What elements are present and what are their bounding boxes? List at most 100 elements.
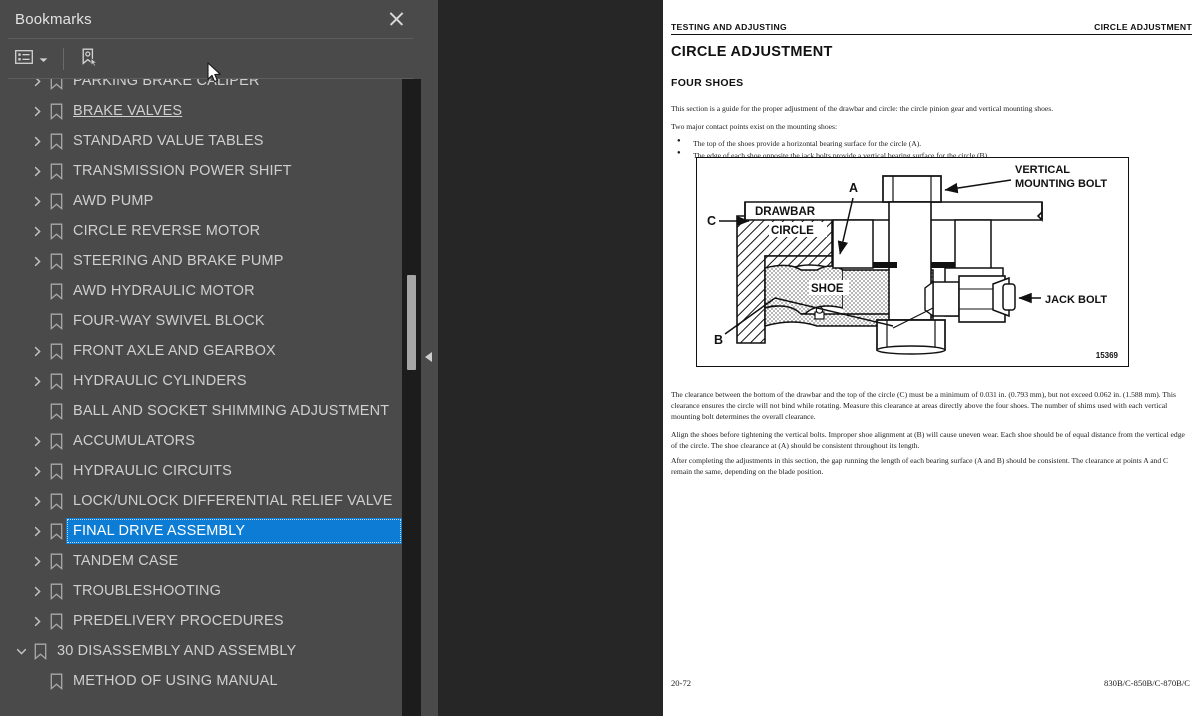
chevron-right-icon[interactable]: [28, 106, 46, 117]
bookmark-item[interactable]: HYDRAULIC CIRCUITS: [0, 456, 421, 486]
list-options-button[interactable]: [12, 46, 51, 72]
bookmark-item[interactable]: LOCK/UNLOCK DIFFERENTIAL RELIEF VALVE: [0, 486, 421, 516]
bookmark-icon: [46, 103, 66, 120]
bookmark-item[interactable]: BALL AND SOCKET SHIMMING ADJUSTMENT: [0, 396, 421, 426]
chevron-right-icon[interactable]: [28, 79, 46, 87]
bookmark-item[interactable]: BRAKE VALVES: [0, 96, 421, 126]
bookmark-item[interactable]: TROUBLESHOOTING: [0, 576, 421, 606]
bookmark-icon: [46, 613, 66, 630]
bookmark-icon: [46, 673, 66, 690]
bookmark-item[interactable]: 30 DISASSEMBLY AND ASSEMBLY: [0, 636, 421, 666]
bookmark-label: AWD HYDRAULIC MOTOR: [73, 283, 255, 299]
bookmark-item[interactable]: FRONT AXLE AND GEARBOX: [0, 336, 421, 366]
chevron-right-icon[interactable]: [28, 256, 46, 267]
bookmarks-panel: Bookmarks PARKING BRAKE CALIPER BRAKE VA…: [0, 0, 421, 716]
page-footer: 20-72 830B/C-850B/C-870B/C: [671, 678, 1190, 688]
bookmark-label: HYDRAULIC CIRCUITS: [73, 463, 232, 479]
list-options-icon: [15, 49, 34, 70]
bookmark-icon: [46, 553, 66, 570]
bookmark-item[interactable]: CIRCLE REVERSE MOTOR: [0, 216, 421, 246]
bookmark-item[interactable]: ACCUMULATORS: [0, 426, 421, 456]
paragraph-4: Align the shoes before tightening the ve…: [671, 430, 1185, 450]
bookmark-item[interactable]: TRANSMISSION POWER SHIFT: [0, 156, 421, 186]
page-number: 20-72: [671, 678, 692, 688]
chevron-right-icon[interactable]: [28, 226, 46, 237]
bookmark-item[interactable]: HYDRAULIC CYLINDERS: [0, 366, 421, 396]
chevron-right-icon[interactable]: [28, 496, 46, 507]
section-subheading: FOUR SHOES: [671, 77, 744, 89]
chevron-right-icon[interactable]: [28, 556, 46, 567]
chevron-right-icon[interactable]: [28, 466, 46, 477]
chevron-down-icon[interactable]: [12, 646, 30, 657]
figure-number: 15369: [1095, 351, 1118, 360]
bookmark-item[interactable]: PREDELIVERY PROCEDURES: [0, 606, 421, 636]
bookmark-icon: [46, 253, 66, 270]
bookmark-icon: [46, 343, 66, 360]
bookmark-label: BALL AND SOCKET SHIMMING ADJUSTMENT: [73, 403, 390, 419]
chevron-right-icon[interactable]: [28, 136, 46, 147]
bookmarks-panel-header: Bookmarks: [0, 0, 421, 38]
chevron-right-icon[interactable]: [28, 166, 46, 177]
bookmark-icon: [30, 643, 50, 660]
figure-label-shoe: SHOE: [811, 283, 844, 295]
figure-label-vertical-mounting-bolt-line2: MOUNTING BOLT: [1015, 178, 1107, 190]
bookmark-icon: [46, 223, 66, 240]
pdf-page: TESTING AND ADJUSTING CIRCLE ADJUSTMENT …: [663, 0, 1200, 716]
model-designation: 830B/C-850B/C-870B/C: [1104, 678, 1190, 688]
bookmark-label: TANDEM CASE: [73, 553, 179, 569]
bookmark-label: METHOD OF USING MANUAL: [73, 673, 278, 689]
new-bookmark-icon: [79, 47, 99, 72]
chevron-right-icon[interactable]: [28, 346, 46, 357]
bookmark-item[interactable]: METHOD OF USING MANUAL: [0, 666, 421, 696]
bookmark-label: FINAL DRIVE ASSEMBLY: [73, 523, 246, 539]
bookmark-icon: [46, 433, 66, 450]
bookmark-item[interactable]: AWD PUMP: [0, 186, 421, 216]
bookmark-label: HYDRAULIC CYLINDERS: [73, 373, 247, 389]
bookmarks-tree[interactable]: PARKING BRAKE CALIPER BRAKE VALVES STANDAR…: [0, 79, 421, 716]
bookmark-item[interactable]: AWD HYDRAULIC MOTOR: [0, 276, 421, 306]
panel-resize-divider[interactable]: [421, 0, 438, 716]
toolbar-separator: [63, 48, 64, 70]
collapse-left-icon[interactable]: [425, 352, 432, 362]
paragraph-5: After completing the adjustments in this…: [671, 456, 1169, 476]
bookmark-icon: [46, 313, 66, 330]
paragraph-1: This section is a guide for the proper a…: [671, 104, 1054, 113]
running-head: TESTING AND ADJUSTING CIRCLE ADJUSTMENT: [671, 22, 1192, 35]
bookmark-item[interactable]: STEERING AND BRAKE PUMP: [0, 246, 421, 276]
chevron-right-icon[interactable]: [28, 436, 46, 447]
chevron-right-icon[interactable]: [28, 196, 46, 207]
scrollbar-thumb[interactable]: [407, 275, 416, 370]
running-head-left: TESTING AND ADJUSTING: [671, 22, 787, 32]
chevron-right-icon[interactable]: [28, 526, 46, 537]
bookmark-icon: [46, 403, 66, 420]
list-item: The top of the shoes provide a horizonta…: [677, 137, 1190, 150]
figure-callout-b: B: [714, 333, 723, 347]
pdf-page-viewport[interactable]: TESTING AND ADJUSTING CIRCLE ADJUSTMENT …: [438, 0, 1200, 716]
bookmark-label: PREDELIVERY PROCEDURES: [73, 613, 284, 629]
bookmarks-scrollbar[interactable]: [402, 79, 421, 716]
bookmark-label: TRANSMISSION POWER SHIFT: [73, 163, 292, 179]
bookmark-icon: [46, 373, 66, 390]
page-title: CIRCLE ADJUSTMENT: [671, 44, 833, 60]
bookmark-item[interactable]: PARKING BRAKE CALIPER: [0, 79, 421, 96]
circle-adjustment-diagram: A B C DRAWBAR CIRCLE SHOE VERTICAL MOUNT…: [707, 164, 1107, 355]
bookmark-item[interactable]: STANDARD VALUE TABLES: [0, 126, 421, 156]
chevron-right-icon[interactable]: [28, 616, 46, 627]
bookmark-item[interactable]: FINAL DRIVE ASSEMBLY: [0, 516, 421, 546]
bookmarks-toolbar: [0, 39, 421, 79]
bookmark-icon: [46, 79, 66, 90]
bookmark-item[interactable]: FOUR-WAY SWIVEL BLOCK: [0, 306, 421, 336]
bookmark-icon: [46, 523, 66, 540]
figure-label-circle: CIRCLE: [771, 225, 814, 237]
bookmark-icon: [46, 163, 66, 180]
new-bookmark-button[interactable]: [76, 46, 102, 72]
running-head-right: CIRCLE ADJUSTMENT: [1094, 22, 1192, 32]
bookmark-item[interactable]: TANDEM CASE: [0, 546, 421, 576]
bookmark-label: AWD PUMP: [73, 193, 154, 209]
chevron-right-icon[interactable]: [28, 376, 46, 387]
close-icon[interactable]: [385, 8, 407, 30]
chevron-right-icon[interactable]: [28, 586, 46, 597]
bookmark-label: LOCK/UNLOCK DIFFERENTIAL RELIEF VALVE: [73, 493, 393, 509]
figure-label-jack-bolt: JACK BOLT: [1045, 294, 1107, 306]
bookmark-label: STEERING AND BRAKE PUMP: [73, 253, 284, 269]
